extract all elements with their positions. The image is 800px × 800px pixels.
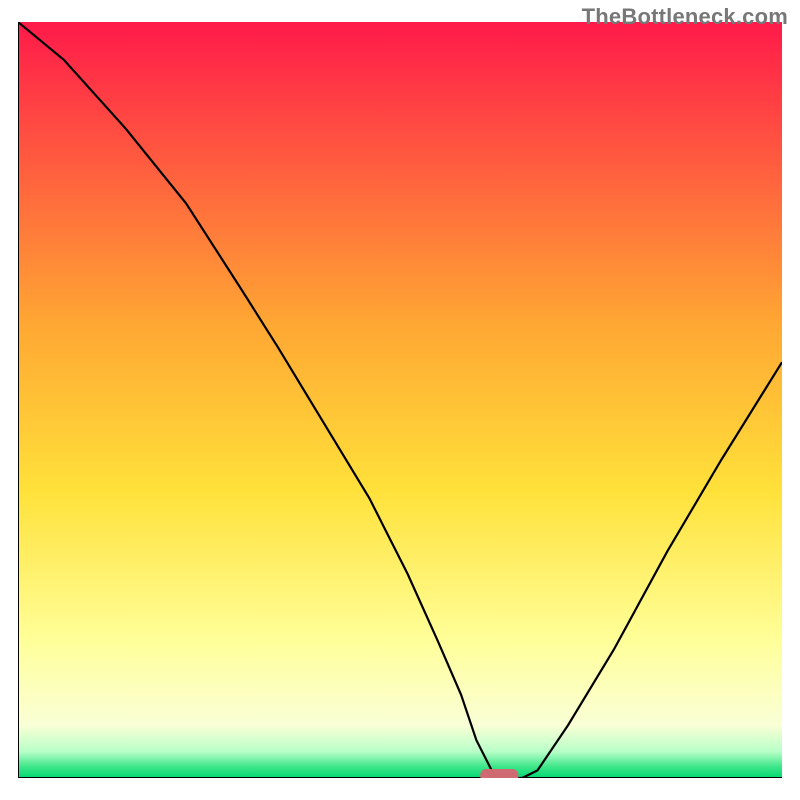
watermark-text: TheBottleneck.com <box>582 4 788 30</box>
bottleneck-plot <box>18 22 782 778</box>
chart-container: TheBottleneck.com <box>0 0 800 800</box>
optimum-marker <box>480 769 518 778</box>
gradient-background <box>18 22 782 778</box>
